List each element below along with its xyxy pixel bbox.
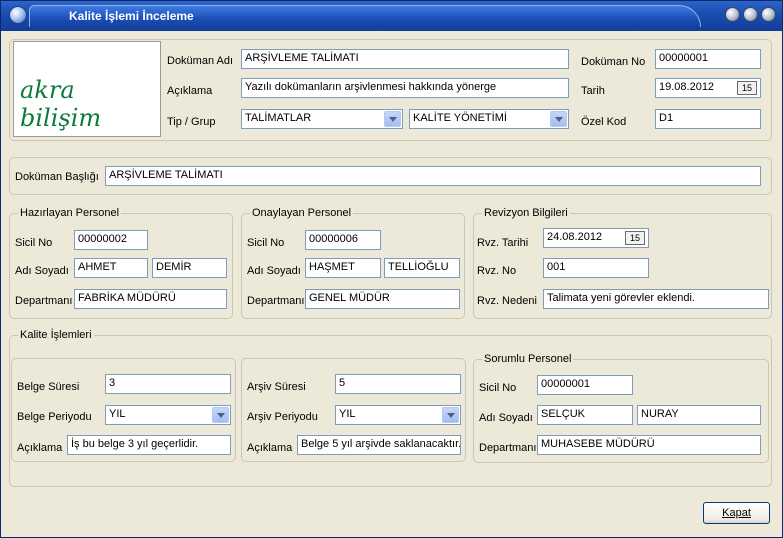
arsiv-aciklama-label: Açıklama (247, 442, 293, 454)
maximize-icon[interactable] (743, 7, 758, 22)
onaylayan-adsoyad-label: Adı Soyadı (247, 265, 301, 277)
tarih-value: 19.08.2012 (659, 81, 715, 93)
onaylayan-soyad-field[interactable]: TELLİOĞLU (384, 258, 460, 278)
sorumlu-ad-field[interactable]: SELÇUK (537, 405, 633, 425)
title-bar[interactable]: Kalite İşlemi İnceleme (1, 1, 782, 31)
tarih-label: Tarih (581, 85, 605, 97)
minimize-icon[interactable] (725, 7, 740, 22)
onaylayan-departman-label: Departmanı (247, 295, 305, 307)
rvz-no-field[interactable]: 001 (543, 258, 649, 278)
sorumlu-departman-label: Departmanı (479, 442, 537, 454)
chevron-down-icon[interactable] (384, 111, 401, 127)
calendar-icon[interactable]: 15 (625, 231, 645, 245)
sorumlu-group-label: Sorumlu Personel (482, 353, 574, 365)
arsiv-periyodu-value: YIL (339, 408, 356, 420)
onaylayan-group-label: Onaylayan Personel (250, 207, 354, 219)
revizyon-group-label: Revizyon Bilgileri (482, 207, 570, 219)
baslik-field[interactable]: ARŞİVLEME TALİMATI (105, 166, 761, 186)
arsiv-suresi-label: Arşiv Süresi (247, 381, 306, 393)
belge-aciklama-field[interactable]: İş bu belge 3 yıl geçerlidir. (67, 435, 231, 455)
hazirlayan-ad-field[interactable]: AHMET (74, 258, 148, 278)
rvz-tarihi-value: 24.08.2012 (547, 231, 603, 243)
kapat-button[interactable]: Kapat (703, 502, 770, 524)
arsiv-suresi-field[interactable]: 5 (335, 374, 461, 394)
ozel-kod-label: Özel Kod (581, 116, 627, 128)
arsiv-aciklama-field[interactable]: Belge 5 yıl arşivde saklanacaktır. (297, 435, 461, 455)
onaylayan-sicil-label: Sicil No (247, 237, 285, 249)
dokuman-adi-field[interactable]: ARŞİVLEME TALİMATI (241, 49, 569, 69)
belge-aciklama-label: Açıklama (17, 442, 63, 454)
app-globe-icon[interactable] (9, 6, 27, 24)
rvz-nedeni-label: Rvz. Nedeni (477, 295, 537, 307)
tip-value: TALİMATLAR (245, 112, 312, 124)
onaylayan-departman-field[interactable]: GENEL MÜDÜR (305, 289, 460, 309)
hazirlayan-soyad-field[interactable]: DEMİR (152, 258, 227, 278)
sorumlu-departman-field[interactable]: MUHASEBE MÜDÜRÜ (537, 435, 761, 455)
belge-periyodu-label: Belge Periyodu (17, 411, 92, 423)
close-icon[interactable] (761, 7, 776, 22)
onaylayan-sicil-field[interactable]: 00000006 (305, 230, 381, 250)
dokuman-no-label: Doküman No (581, 56, 646, 68)
dokuman-adi-label: Doküman Adı (167, 55, 234, 67)
rvz-tarihi-label: Rvz. Tarihi (477, 237, 529, 249)
sorumlu-soyad-field[interactable]: NURAY (637, 405, 761, 425)
tip-grup-label: Tip / Grup (167, 116, 216, 128)
kalite-group-label: Kalite İşlemleri (18, 329, 94, 341)
belge-periyodu-select[interactable]: YIL (105, 405, 231, 425)
chevron-down-icon[interactable] (442, 407, 459, 423)
hazirlayan-group-label: Hazırlayan Personel (18, 207, 122, 219)
grup-value: KALİTE YÖNETİMİ (413, 112, 507, 124)
onaylayan-ad-field[interactable]: HAŞMET (305, 258, 381, 278)
logo-text: akra bilişim (20, 76, 102, 132)
window-title: Kalite İşlemi İnceleme (69, 9, 194, 23)
rvz-nedeni-field[interactable]: Talimata yeni görevler eklendi. (543, 289, 769, 309)
chevron-down-icon[interactable] (212, 407, 229, 423)
dokuman-no-field[interactable]: 00000001 (655, 49, 761, 69)
sorumlu-sicil-label: Sicil No (479, 382, 517, 394)
calendar-icon[interactable]: 15 (737, 81, 757, 95)
sorumlu-sicil-field[interactable]: 00000001 (537, 375, 633, 395)
baslik-label: Doküman Başlığı (15, 171, 99, 183)
aciklama-field[interactable]: Yazılı dokümanların arşivlenmesi hakkınd… (241, 78, 569, 98)
ozel-kod-field[interactable]: D1 (655, 109, 761, 129)
arsiv-periyodu-label: Arşiv Periyodu (247, 411, 318, 423)
hazirlayan-adsoyad-label: Adı Soyadı (15, 265, 69, 277)
hazirlayan-sicil-label: Sicil No (15, 237, 53, 249)
hazirlayan-sicil-field[interactable]: 00000002 (74, 230, 148, 250)
belge-suresi-label: Belge Süresi (17, 381, 80, 393)
hazirlayan-departman-label: Departmanı (15, 295, 73, 307)
belge-suresi-field[interactable]: 3 (105, 374, 231, 394)
arsiv-periyodu-select[interactable]: YIL (335, 405, 461, 425)
tarih-field[interactable]: 19.08.2012 15 (655, 78, 761, 98)
hazirlayan-departman-field[interactable]: FABRİKA MÜDÜRÜ (74, 289, 227, 309)
rvz-no-label: Rvz. No (477, 265, 517, 277)
main-window: Kalite İşlemi İnceleme akra bilişim Dokü… (0, 0, 783, 538)
tip-select[interactable]: TALİMATLAR (241, 109, 403, 129)
rvz-tarihi-field[interactable]: 24.08.2012 15 (543, 228, 649, 248)
sorumlu-adsoyad-label: Adı Soyadı (479, 412, 533, 424)
aciklama-label: Açıklama (167, 85, 213, 97)
grup-select[interactable]: KALİTE YÖNETİMİ (409, 109, 569, 129)
belge-periyodu-value: YIL (109, 408, 126, 420)
company-logo: akra bilişim (13, 41, 161, 137)
chevron-down-icon[interactable] (550, 111, 567, 127)
